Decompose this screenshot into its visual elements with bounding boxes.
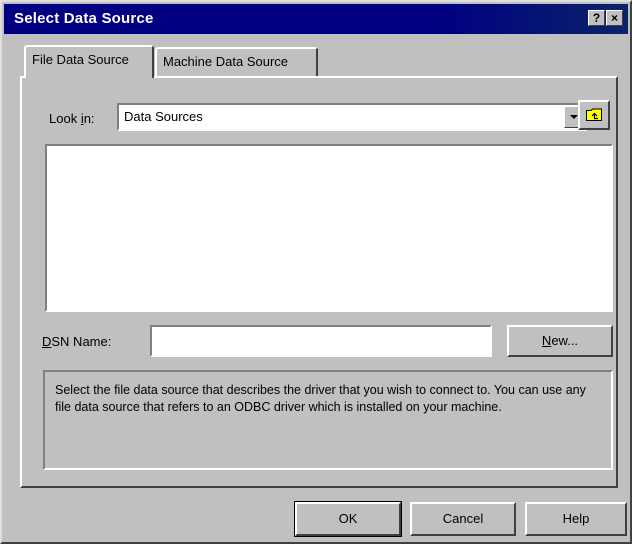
tab-label: Machine Data Source — [163, 54, 289, 69]
ok-button[interactable]: OK — [294, 501, 402, 537]
description-box: Select the file data source that describ… — [43, 370, 613, 470]
cancel-button[interactable]: Cancel — [410, 502, 516, 536]
close-icon[interactable]: × — [606, 10, 623, 26]
folder-up-icon — [586, 108, 602, 121]
file-list[interactable] — [45, 144, 613, 312]
look-in-value: Data Sources — [124, 109, 203, 124]
dsn-name-input[interactable] — [150, 325, 492, 357]
description-text: Select the file data source that describ… — [55, 383, 586, 414]
new-button[interactable]: New... — [507, 325, 613, 357]
tab-panel: Look in: Data Sources DSN Name: New... S… — [20, 76, 618, 488]
look-in-label: Look in: — [49, 111, 95, 126]
select-data-source-dialog: Select Data Source ? × File Data Source … — [0, 0, 632, 544]
tab-file-data-source[interactable]: File Data Source — [24, 45, 154, 78]
help-button[interactable]: Help — [525, 502, 627, 536]
tab-machine-data-source[interactable]: Machine Data Source — [155, 47, 318, 77]
look-in-dropdown[interactable]: Data Sources — [117, 103, 587, 131]
title-bar[interactable]: Select Data Source ? × — [4, 4, 628, 34]
tab-label: File Data Source — [32, 52, 129, 67]
help-icon[interactable]: ? — [588, 10, 605, 26]
up-one-level-button[interactable] — [578, 100, 610, 130]
window-title: Select Data Source — [14, 10, 154, 27]
dsn-name-label: DSN Name: — [42, 334, 112, 349]
